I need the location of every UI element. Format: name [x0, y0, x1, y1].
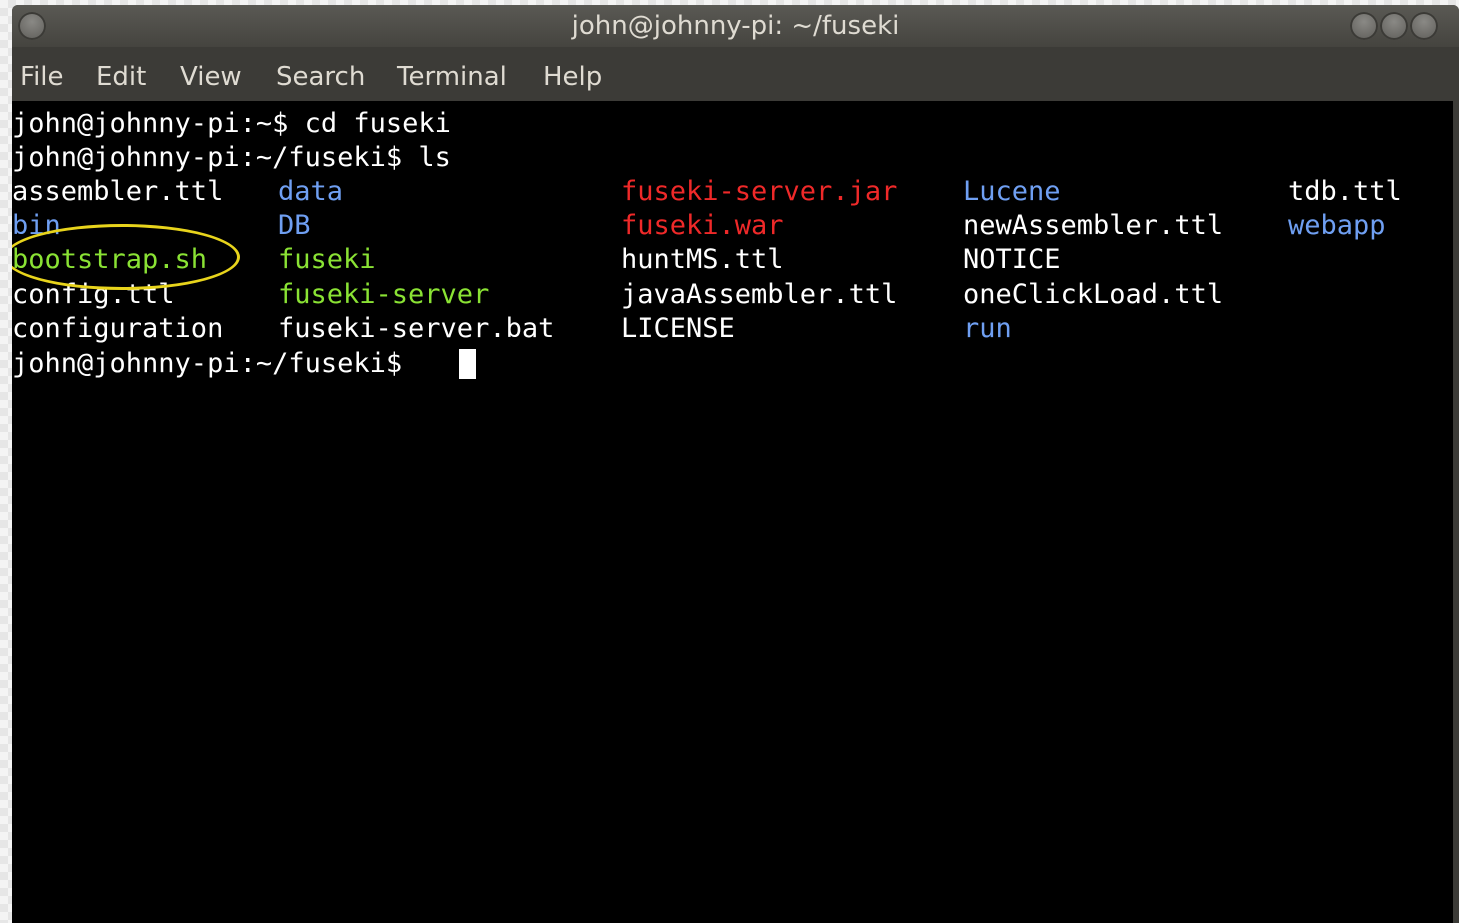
window-title: john@johnny-pi: ~/fuseki [571, 11, 900, 41]
title-bar[interactable]: john@johnny-pi: ~/fuseki [12, 5, 1459, 47]
ls-entry-executable: fuseki [278, 244, 376, 276]
terminal-output[interactable]: john@johnny-pi:~$ cd fuseki john@johnny-… [12, 101, 1453, 923]
menu-view[interactable]: View [180, 53, 242, 101]
ls-entry-plain: oneClickLoad.ttl [963, 278, 1224, 310]
menu-help[interactable]: Help [543, 53, 602, 101]
ls-entry-plain: config.ttl [12, 278, 175, 310]
ls-entry-directory: webapp [1288, 210, 1386, 242]
ls-entry-executable: bootstrap.sh [12, 244, 208, 276]
text-cursor [459, 349, 476, 379]
ls-entry-plain: assembler.ttl [12, 176, 224, 207]
ls-entry-plain: newAssembler.ttl [963, 210, 1224, 242]
ls-entry-plain: configuration [12, 312, 224, 344]
minimize-icon[interactable] [1350, 12, 1378, 40]
menu-bar: File Edit View Search Terminal Help [12, 53, 1459, 101]
ls-entry-directory: data [278, 176, 344, 207]
terminal-window: john@johnny-pi: ~/fuseki File Edit View … [12, 5, 1459, 923]
menu-file[interactable]: File [20, 53, 64, 101]
ls-entry-executable: fuseki-server [278, 278, 490, 310]
ls-entry-directory: run [963, 312, 1012, 344]
ls-entry-archive: fuseki.war [621, 210, 784, 242]
ls-entry-plain: LICENSE [621, 312, 735, 344]
menu-edit[interactable]: Edit [96, 53, 146, 101]
close-icon[interactable] [1410, 12, 1438, 40]
prompt-line: john@johnny-pi:~/fuseki$ ls [12, 142, 451, 173]
ls-entry-plain: tdb.ttl [1288, 176, 1402, 207]
menu-search[interactable]: Search [276, 53, 365, 101]
ls-entry-archive: fuseki-server.jar [621, 176, 898, 207]
ls-entry-plain: huntMS.ttl [621, 244, 784, 276]
ls-entry-directory: Lucene [963, 176, 1061, 207]
ls-entry-plain: NOTICE [963, 244, 1061, 276]
prompt-line: john@johnny-pi:~$ cd fuseki [12, 108, 451, 139]
maximize-icon[interactable] [1380, 12, 1408, 40]
scrollbar[interactable] [1453, 101, 1459, 923]
menu-terminal[interactable]: Terminal [397, 53, 507, 101]
current-prompt: john@johnny-pi:~/fuseki$ [12, 348, 419, 379]
ls-entry-directory: bin [12, 210, 61, 242]
ls-entry-plain: javaAssembler.ttl [621, 278, 898, 310]
ls-entry-directory: DB [278, 210, 311, 242]
ls-entry-plain: fuseki-server.bat [278, 312, 555, 344]
